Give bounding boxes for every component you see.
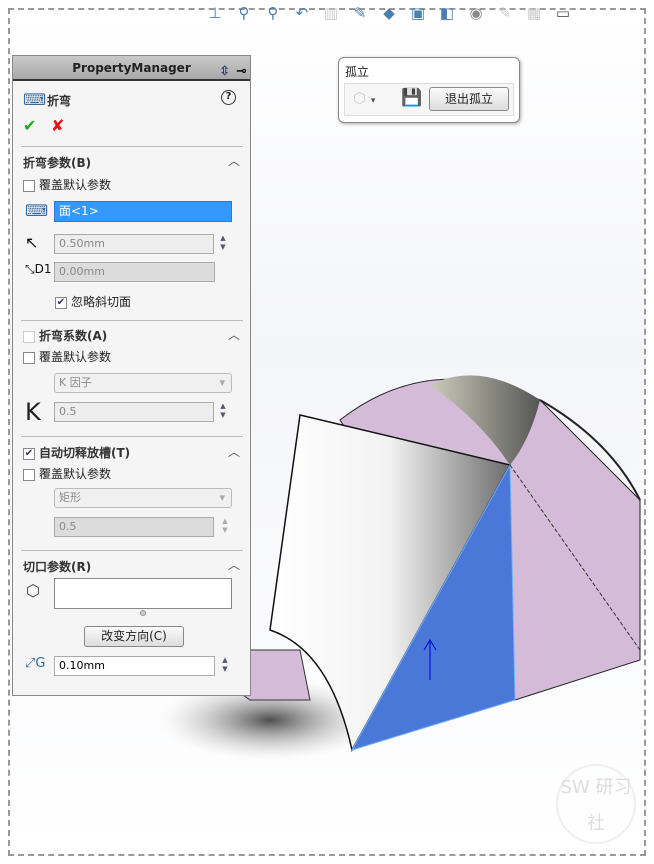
- collapse-icon[interactable]: ︿: [228, 443, 240, 460]
- section-view-icon[interactable]: ▥: [321, 4, 341, 22]
- override-defaults-checkbox[interactable]: 覆盖默认参数: [23, 465, 111, 482]
- heads-up-toolbar: ⊥ ⚲ ⚲ ↶ ▥ ✎ ◆ ▣ ◧ ◉ ✎ ▦ ▭: [205, 4, 573, 22]
- rip-gap-spinner[interactable]: ▲ ▼: [217, 656, 233, 676]
- view-orientation-icon[interactable]: ⊥: [205, 4, 225, 22]
- face-selection-icon: ⌨: [25, 201, 49, 220]
- rip-gap-field[interactable]: 0.10mm: [54, 656, 215, 676]
- isolate-popup: 孤立 ⬡ ▾ 💾 退出孤立: [338, 57, 520, 123]
- collapse-icon[interactable]: ︿: [228, 326, 240, 343]
- relief-ratio-spinner[interactable]: ▲ ▼: [217, 517, 233, 537]
- relief-type-select[interactable]: 矩形: [54, 488, 232, 508]
- isolate-title: 孤立: [345, 65, 370, 79]
- watermark-logo: SW 研习社: [556, 764, 636, 844]
- bend-radius-field[interactable]: 0.50mm: [54, 234, 214, 254]
- sheet-metal-bend-icon: ⌨: [23, 90, 47, 109]
- help-icon[interactable]: ?: [221, 90, 236, 105]
- view-settings-icon[interactable]: ▦: [524, 4, 544, 22]
- collapse-icon[interactable]: ︿: [228, 152, 240, 169]
- auto-relief-checkbox[interactable]: ✔ 自动切释放槽(T): [23, 444, 130, 461]
- property-manager: PropertyManager ⇳ ⊸ ⌨ 折弯 ? ✔ ✘ 折弯参数(B) ︿…: [12, 55, 251, 696]
- apply-scene-icon[interactable]: ✎: [495, 4, 515, 22]
- override-defaults-checkbox[interactable]: 覆盖默认参数: [23, 348, 111, 365]
- cancel-icon[interactable]: ✘: [51, 116, 64, 135]
- resize-handle[interactable]: [140, 610, 146, 616]
- gap-distance-icon: ⤡D1: [25, 262, 52, 276]
- view-cube-icon[interactable]: ◆: [379, 4, 399, 22]
- bend-params-header: 折弯参数(B): [23, 156, 92, 170]
- zoom-area-icon[interactable]: ⚲: [263, 4, 283, 22]
- k-factor-field[interactable]: 0.5: [54, 402, 214, 422]
- display-style-dropdown[interactable]: ⬡ ▾: [353, 89, 375, 107]
- collapse-icon[interactable]: ︿: [228, 556, 240, 573]
- relief-ratio-field[interactable]: 0.5: [54, 517, 214, 537]
- dynamic-annotation-icon[interactable]: ✎: [350, 4, 370, 22]
- pin-icon[interactable]: ⊸: [236, 59, 247, 84]
- face-selection-list[interactable]: 面<1>: [54, 201, 232, 222]
- reverse-direction-button[interactable]: 改变方向(C): [84, 626, 184, 647]
- rip-params-header: 切口参数(R): [23, 560, 92, 574]
- feature-name: 折弯: [47, 94, 72, 108]
- display-monitor-icon[interactable]: ▭: [553, 4, 573, 22]
- previous-view-icon[interactable]: ↶: [292, 4, 312, 22]
- k-factor-icon: K: [25, 398, 41, 426]
- ignore-bevel-checkbox[interactable]: ✔ 忽略斜切面: [55, 293, 131, 310]
- pm-header: PropertyManager ⇳ ⊸: [13, 56, 250, 81]
- exit-isolate-button[interactable]: 退出孤立: [429, 87, 509, 111]
- edge-selection-icon: ⬡: [26, 581, 40, 600]
- pm-title: PropertyManager: [72, 61, 191, 75]
- rip-edges-list[interactable]: [54, 578, 232, 609]
- k-factor-spinner[interactable]: ▲ ▼: [215, 402, 231, 422]
- bend-radius-spinner[interactable]: ▲ ▼: [215, 234, 231, 254]
- hide-show-icon[interactable]: ◧: [437, 4, 457, 22]
- expand-icon[interactable]: ⇳: [219, 59, 230, 84]
- override-defaults-checkbox[interactable]: 覆盖默认参数: [23, 176, 111, 193]
- display-style-icon[interactable]: ▣: [408, 4, 428, 22]
- rip-gap-icon: ⤢G: [25, 656, 46, 671]
- save-icon[interactable]: 💾: [401, 88, 422, 108]
- ok-icon[interactable]: ✔: [23, 116, 36, 135]
- bend-allowance-checkbox[interactable]: 折弯系数(A): [23, 327, 107, 344]
- bend-radius-icon: ↖: [25, 233, 39, 252]
- allowance-type-select[interactable]: K 因子: [54, 373, 232, 393]
- gap-distance-field[interactable]: 0.00mm: [54, 262, 215, 282]
- edit-appearance-icon[interactable]: ◉: [466, 4, 486, 22]
- zoom-to-fit-icon[interactable]: ⚲: [234, 4, 254, 22]
